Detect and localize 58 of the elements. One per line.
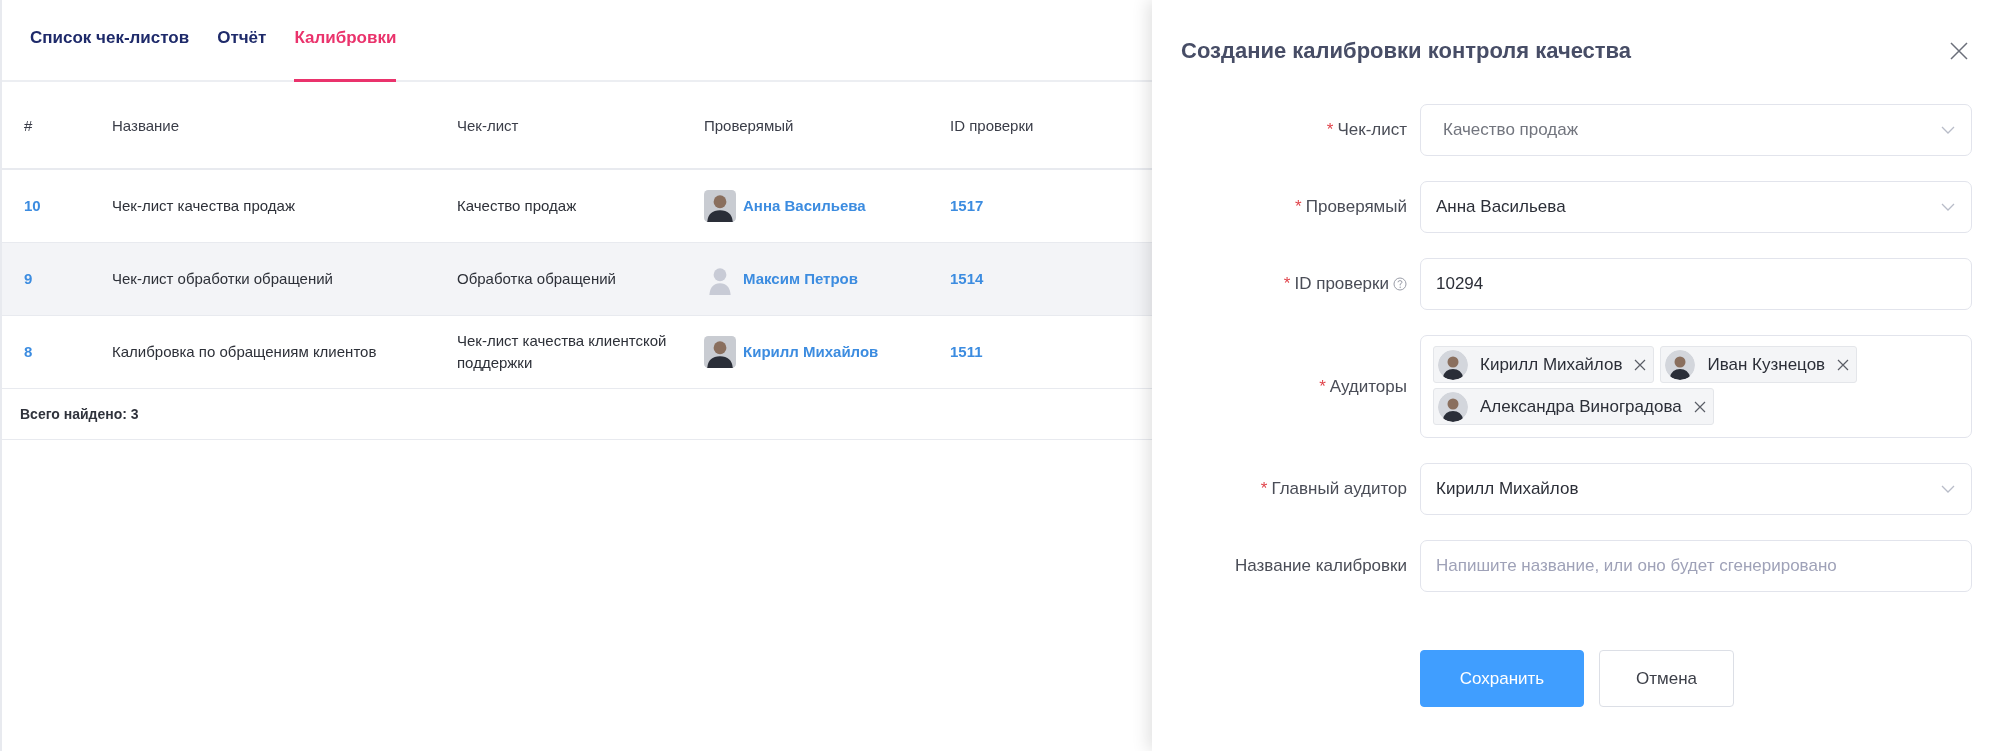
remove-icon[interactable]	[1693, 400, 1706, 413]
caret-icon	[1941, 485, 1955, 493]
check-id-link[interactable]: 1511	[950, 341, 983, 363]
auditor-tag: Иван Кузнецов	[1660, 346, 1858, 383]
field-label: Проверямый	[1305, 197, 1407, 217]
required-mark: *	[1283, 274, 1291, 294]
multi-select-field[interactable]: Кирилл Михайлов Иван Кузнецов Александра Виноградова	[1420, 335, 1972, 438]
column-header: Чек-лист	[457, 116, 519, 134]
column-header: ID проверки	[950, 116, 1034, 134]
person-link[interactable]: Кирилл Михайлов	[743, 341, 879, 363]
field-label: Аудиторы	[1329, 376, 1407, 397]
field-label: ID проверки	[1294, 274, 1389, 294]
caret-icon	[1941, 203, 1955, 211]
table-cell-text: Качество продаж	[457, 196, 577, 217]
row-number-link[interactable]: 10	[24, 195, 41, 217]
tab[interactable]: Калибровки	[294, 0, 397, 82]
avatar-icon	[1438, 391, 1468, 422]
tab[interactable]: Отчёт	[217, 0, 281, 82]
field-label: Чек-лист	[1337, 120, 1407, 140]
table-cell-text: Обработка обращений	[457, 269, 616, 290]
row-number-link[interactable]: 9	[24, 268, 33, 290]
cancel-button[interactable]: Отмена	[1599, 650, 1734, 707]
table-cell-text: Чек-лист качества продаж	[112, 196, 295, 217]
auditor-tag: Александра Виноградова	[1433, 388, 1714, 425]
row-number-link[interactable]: 8	[24, 341, 33, 363]
tab[interactable]: Список чек-листов	[30, 0, 204, 82]
select-field[interactable]: Анна Васильева	[1420, 181, 1972, 233]
input-field[interactable]: Напишите название, или оно будет сгенерировано	[1420, 540, 1972, 592]
avatar-icon	[704, 190, 736, 222]
input-field[interactable]: 10294	[1420, 258, 1972, 310]
help-icon	[1393, 277, 1407, 291]
save-button[interactable]: Сохранить	[1420, 650, 1584, 707]
avatar-icon	[1438, 349, 1468, 380]
table-cell-text: Чек-лист обработки обращений	[112, 269, 333, 290]
remove-icon[interactable]	[1634, 358, 1647, 371]
check-id-link[interactable]: 1514	[950, 268, 984, 290]
avatar-icon	[704, 336, 736, 368]
required-mark: *	[1326, 120, 1334, 140]
avatar-icon	[1665, 349, 1696, 380]
field-label: Название калибровки	[1235, 556, 1407, 576]
person-link[interactable]: Анна Васильева	[743, 195, 866, 217]
select-field[interactable]: Кирилл Михайлов	[1420, 463, 1972, 515]
check-id-link[interactable]: 1517	[950, 195, 984, 217]
person-link[interactable]: Максим Петров	[743, 268, 858, 290]
total-count: Всего найдено: 3	[20, 406, 139, 422]
remove-icon[interactable]	[1837, 358, 1850, 371]
drawer-title: Создание калибровки контроля качества	[1181, 38, 1632, 64]
column-header: Проверямый	[704, 116, 794, 134]
column-header: Название	[112, 116, 180, 134]
required-mark: *	[1295, 197, 1302, 217]
column-header: #	[24, 116, 33, 134]
table-cell-text: Калибровка по обращениям клиентов	[112, 342, 377, 363]
required-mark: *	[1319, 376, 1326, 397]
caret-icon	[1941, 126, 1955, 134]
auditor-tag: Кирилл Михайлов	[1433, 346, 1655, 383]
required-mark: *	[1260, 479, 1268, 499]
field-label: Главный аудитор	[1271, 479, 1407, 499]
table-cell-text: Чек-лист качества клиентской поддержки	[457, 331, 668, 373]
